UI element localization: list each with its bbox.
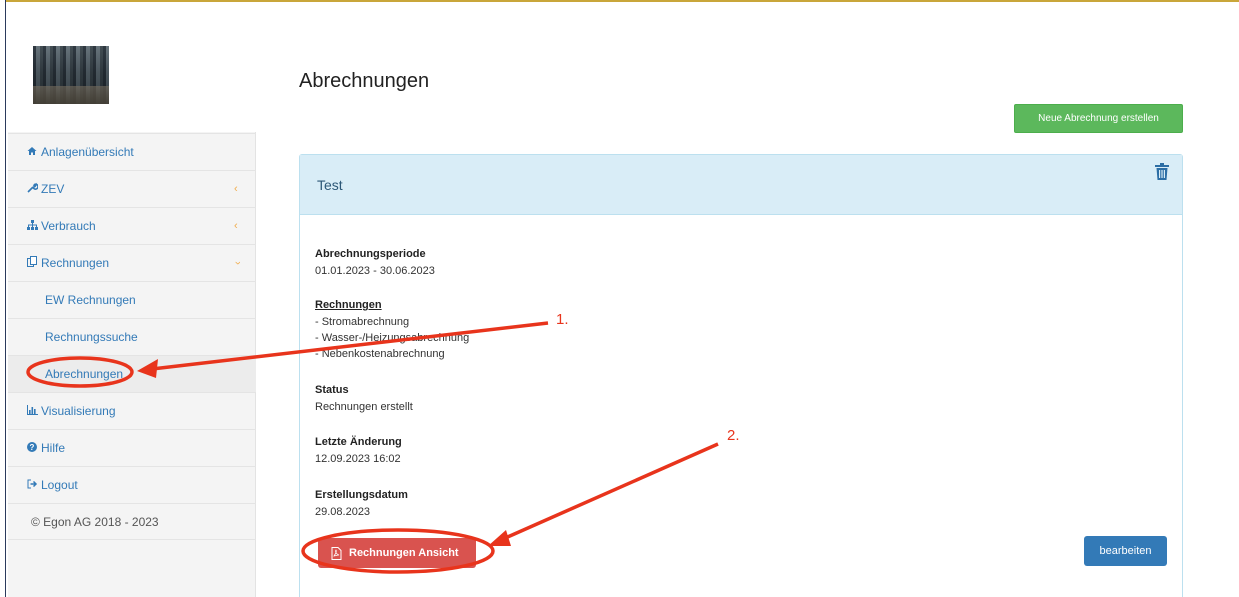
file-pdf-icon: [330, 546, 343, 560]
annotation-step-1: 1.: [556, 311, 569, 328]
invoices-label: Rechnungen: [315, 299, 382, 311]
sidebar-item-visualisierung[interactable]: Visualisierung: [8, 392, 256, 429]
view-invoices-label: Rechnungen Ansicht: [349, 547, 459, 559]
svg-text:?: ?: [30, 443, 35, 452]
sidebar-item-logout[interactable]: Logout: [8, 466, 256, 503]
new-billing-button[interactable]: Neue Abrechnung erstellen: [1014, 104, 1183, 133]
annotation-step-2: 2.: [727, 427, 740, 444]
billing-panel: Test Abrechnungsperiode 01.01.2023 - 30.…: [299, 154, 1183, 597]
sidebar-item-label: EW Rechnungen: [45, 293, 136, 307]
status-value: Rechnungen erstellt: [315, 401, 413, 413]
sidebar-item-label: ZEV: [41, 182, 65, 196]
last-change-value: 12.09.2023 16:02: [315, 453, 401, 465]
sidebar-item-label: Logout: [41, 478, 78, 492]
trash-icon[interactable]: [1155, 163, 1171, 181]
page-title: Abrechnungen: [299, 70, 430, 92]
copy-icon: [27, 256, 41, 270]
sidebar-item-rechnungen[interactable]: Rechnungen ‹: [8, 244, 256, 281]
status-field: Status Rechnungen erstellt: [315, 384, 413, 415]
invoice-item: - Stromabrechnung: [315, 316, 410, 328]
status-label: Status: [315, 384, 349, 396]
sidebar-item-ew-rechnungen[interactable]: EW Rechnungen: [8, 281, 256, 318]
created-field: Erstellungsdatum 29.08.2023: [315, 489, 408, 520]
chevron-left-icon: ‹: [234, 183, 238, 195]
invoice-item: - Wasser-/Heizungsabrechnung: [315, 332, 470, 344]
sidebar-item-label: Abrechnungen: [45, 367, 124, 381]
created-label: Erstellungsdatum: [315, 489, 408, 501]
sidebar-item-label: Hilfe: [41, 441, 66, 455]
last-change-field: Letzte Änderung 12.09.2023 16:02: [315, 436, 402, 467]
sidebar-item-label: Visualisierung: [41, 404, 116, 418]
bar-chart-icon: [27, 404, 41, 418]
sidebar-item-label: Rechnungen: [41, 256, 110, 270]
chevron-down-icon: ‹: [231, 261, 244, 265]
sidebar-item-abrechnungen[interactable]: Abrechnungen: [8, 355, 256, 392]
window-left-border: [0, 0, 6, 597]
sidebar-item-rechnungssuche[interactable]: Rechnungssuche: [8, 318, 256, 355]
sign-out-icon: [27, 479, 41, 492]
sidebar-item-label: Rechnungssuche: [45, 330, 138, 344]
question-circle-icon: ?: [27, 441, 41, 455]
created-value: 29.08.2023: [315, 506, 371, 518]
copyright-text: © Egon AG 2018 - 2023: [8, 503, 256, 540]
site-logo-image[interactable]: [33, 46, 109, 104]
period-label: Abrechnungsperiode: [315, 248, 426, 260]
home-icon: [27, 146, 41, 159]
sidebar-nav: Anlagenübersicht ZEV ‹ Verbrauch ‹ Rechn…: [8, 133, 256, 540]
copyright-label: © Egon AG 2018 - 2023: [31, 514, 159, 529]
sidebar-item-label: Anlagenübersicht: [41, 145, 134, 159]
chevron-left-icon: ‹: [234, 220, 238, 232]
last-change-label: Letzte Änderung: [315, 436, 402, 448]
sidebar-item-label: Verbrauch: [41, 219, 96, 233]
period-field: Abrechnungsperiode 01.01.2023 - 30.06.20…: [315, 248, 435, 279]
logo-area: [8, 2, 256, 132]
invoice-item: - Nebenkostenabrechnung: [315, 348, 445, 360]
sidebar-item-hilfe[interactable]: ? Hilfe: [8, 429, 256, 466]
edit-button[interactable]: bearbeiten: [1084, 536, 1167, 566]
wrench-icon: [27, 182, 41, 196]
sidebar-item-verbrauch[interactable]: Verbrauch ‹: [8, 207, 256, 244]
view-invoices-button[interactable]: Rechnungen Ansicht: [318, 538, 476, 568]
sitemap-icon: [27, 219, 41, 233]
period-value: 01.01.2023 - 30.06.2023: [315, 265, 435, 277]
panel-header: Test: [300, 155, 1182, 215]
panel-title: Test: [317, 177, 343, 193]
invoices-field: Rechnungen - Stromabrechnung - Wasser-/H…: [315, 299, 469, 362]
sidebar-item-zev[interactable]: ZEV ‹: [8, 170, 256, 207]
sidebar: Anlagenübersicht ZEV ‹ Verbrauch ‹ Rechn…: [8, 2, 256, 597]
sidebar-item-anlagenuebersicht[interactable]: Anlagenübersicht: [8, 133, 256, 170]
